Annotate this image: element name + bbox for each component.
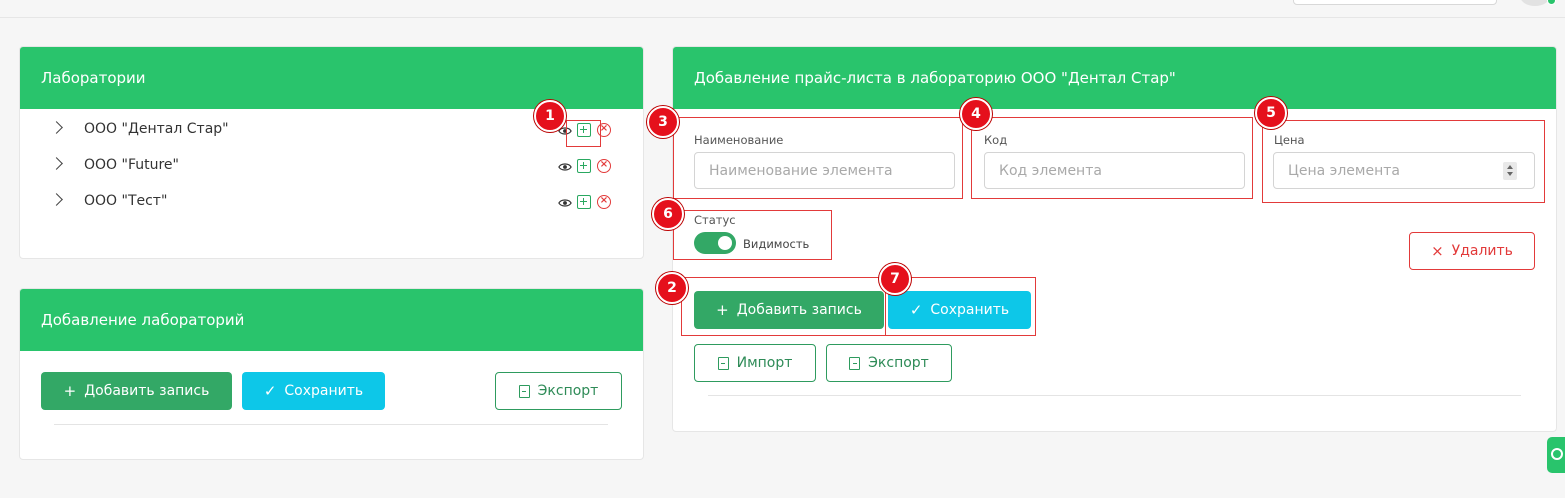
annotation-box xyxy=(673,210,832,260)
plus-icon: + xyxy=(63,381,77,400)
settings-tab[interactable] xyxy=(1547,437,1565,473)
laboratories-panel: Лаборатории ООО "Дентал Стар" × ООО "Fut… xyxy=(19,46,644,259)
eye-icon[interactable] xyxy=(558,160,572,174)
chevron-right-icon[interactable] xyxy=(50,121,63,134)
file-icon xyxy=(717,356,729,370)
close-icon: × xyxy=(1431,241,1444,260)
top-bar xyxy=(0,0,1565,18)
add-record-label: Добавить запись xyxy=(84,383,210,399)
eye-icon[interactable] xyxy=(558,196,572,210)
chevron-right-icon[interactable] xyxy=(50,157,63,170)
delete-label: Удалить xyxy=(1451,243,1513,259)
annotation-box xyxy=(1262,120,1545,203)
divider xyxy=(708,395,1521,396)
annotation-badge: 2 xyxy=(656,272,688,304)
lab-name: ООО "Дентал Стар" xyxy=(84,121,229,137)
export-price-button[interactable]: Экспорт xyxy=(826,344,952,382)
annotation-box xyxy=(566,120,601,147)
annotation-badge: 4 xyxy=(960,98,992,130)
add-laboratories-panel-title: Добавление лабораторий xyxy=(20,289,643,351)
save-label: Сохранить xyxy=(284,383,364,399)
lab-tree-item[interactable]: ООО "Тест" × xyxy=(20,189,643,219)
delete-lab-icon[interactable]: × xyxy=(597,159,611,173)
import-button[interactable]: Импорт xyxy=(694,344,816,382)
export-button[interactable]: Экспорт xyxy=(495,372,622,410)
lab-name: ООО "Тест" xyxy=(84,193,168,209)
top-search-box[interactable] xyxy=(1293,0,1497,5)
delete-button[interactable]: × Удалить xyxy=(1409,232,1535,270)
lab-tree-item[interactable]: ООО "Future" × xyxy=(20,153,643,183)
check-icon: ✓ xyxy=(263,381,277,400)
annotation-box xyxy=(681,277,886,336)
chevron-right-icon[interactable] xyxy=(50,193,63,206)
annotation-badge: 7 xyxy=(879,263,911,295)
online-status-dot xyxy=(1547,0,1556,5)
annotation-badge: 3 xyxy=(647,106,679,138)
export-label: Экспорт xyxy=(537,383,599,399)
gear-icon xyxy=(1551,448,1563,460)
annotation-badge: 5 xyxy=(1255,97,1287,129)
add-price-icon[interactable] xyxy=(577,195,591,209)
annotation-badge: 1 xyxy=(534,100,566,132)
import-label: Импорт xyxy=(736,355,793,371)
divider xyxy=(54,424,608,425)
add-price-icon[interactable] xyxy=(577,159,591,173)
add-laboratories-panel: Добавление лабораторий + Добавить запись… xyxy=(19,288,644,460)
price-list-panel-title: Добавление прайс-листа в лабораторию ООО… xyxy=(673,47,1556,109)
add-record-button[interactable]: + Добавить запись xyxy=(41,372,232,410)
file-icon xyxy=(518,384,530,398)
annotation-box xyxy=(673,117,963,199)
file-icon xyxy=(849,356,861,370)
export-price-label: Экспорт xyxy=(868,355,929,371)
delete-lab-icon[interactable]: × xyxy=(597,195,611,209)
lab-name: ООО "Future" xyxy=(84,157,179,173)
save-button[interactable]: ✓ Сохранить xyxy=(242,372,385,410)
annotation-box xyxy=(971,117,1253,199)
user-avatar[interactable] xyxy=(1520,0,1550,6)
annotation-badge: 6 xyxy=(652,198,684,230)
